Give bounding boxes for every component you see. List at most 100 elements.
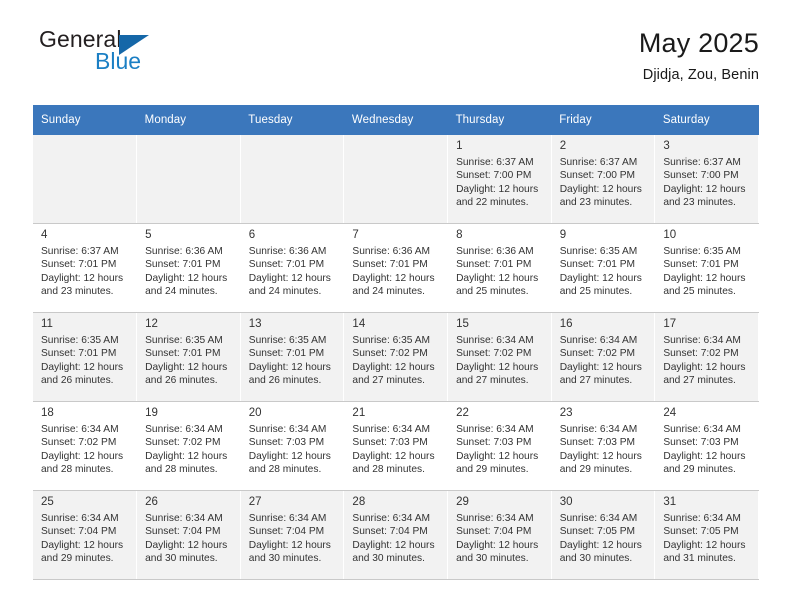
day-details: Sunrise: 6:36 AM Sunset: 7:01 PM Dayligh… [145, 246, 228, 298]
day-number: 14 [352, 318, 366, 330]
day-cell-empty [136, 135, 241, 224]
day-cell[interactable]: 21 Sunrise: 6:34 AM Sunset: 7:03 PM Dayl… [343, 401, 449, 491]
day-cell[interactable]: 9 Sunrise: 6:35 AM Sunset: 7:01 PM Dayli… [551, 223, 656, 313]
day-cell[interactable]: 15 Sunrise: 6:34 AM Sunset: 7:02 PM Dayl… [447, 312, 552, 402]
day-cell[interactable]: 12 Sunrise: 6:35 AM Sunset: 7:01 PM Dayl… [136, 312, 241, 402]
day-number: 22 [456, 407, 469, 419]
calendar-grid: Sunday Monday Tuesday Wednesday Thursday… [33, 105, 759, 580]
calendar-body: 1 Sunrise: 6:37 AM Sunset: 7:00 PM Dayli… [33, 135, 759, 580]
day-details: Sunrise: 6:35 AM Sunset: 7:01 PM Dayligh… [248, 335, 331, 387]
day-cell[interactable]: 2 Sunrise: 6:37 AM Sunset: 7:00 PM Dayli… [551, 135, 656, 224]
weekday-header-sunday: Sunday [33, 105, 137, 135]
weekday-header-tuesday: Tuesday [240, 105, 344, 135]
day-cell[interactable]: 16 Sunrise: 6:34 AM Sunset: 7:02 PM Dayl… [551, 312, 656, 402]
weekday-header-friday: Friday [551, 105, 655, 135]
day-cell[interactable]: 7 Sunrise: 6:36 AM Sunset: 7:01 PM Dayli… [343, 223, 449, 313]
day-cell[interactable]: 10 Sunrise: 6:35 AM Sunset: 7:01 PM Dayl… [654, 223, 759, 313]
calendar-page: General Blue May 2025 Djidja, Zou, Benin… [0, 0, 792, 612]
day-number: 7 [352, 229, 359, 241]
day-cell[interactable]: 31 Sunrise: 6:34 AM Sunset: 7:05 PM Dayl… [654, 490, 759, 580]
title-block: May 2025 Djidja, Zou, Benin [639, 26, 759, 83]
day-number: 27 [248, 496, 262, 508]
day-cell[interactable]: 8 Sunrise: 6:36 AM Sunset: 7:01 PM Dayli… [447, 223, 552, 313]
page-title: May 2025 [638, 28, 759, 58]
day-details: Sunrise: 6:35 AM Sunset: 7:01 PM Dayligh… [559, 246, 642, 298]
day-details: Sunrise: 6:34 AM Sunset: 7:02 PM Dayligh… [559, 335, 642, 387]
day-details: Sunrise: 6:37 AM Sunset: 7:00 PM Dayligh… [663, 157, 746, 209]
day-number: 29 [456, 496, 469, 508]
general-blue-logo[interactable]: General Blue [33, 26, 173, 86]
day-number: 18 [41, 407, 54, 419]
day-cell[interactable]: 14 Sunrise: 6:35 AM Sunset: 7:02 PM Dayl… [343, 312, 449, 402]
day-cell[interactable]: 4 Sunrise: 6:37 AM Sunset: 7:01 PM Dayli… [33, 223, 138, 313]
week-row: 1 Sunrise: 6:37 AM Sunset: 7:00 PM Dayli… [33, 135, 759, 224]
day-details: Sunrise: 6:34 AM Sunset: 7:02 PM Dayligh… [663, 335, 746, 387]
day-details: Sunrise: 6:34 AM Sunset: 7:04 PM Dayligh… [456, 513, 539, 565]
day-cell[interactable]: 24 Sunrise: 6:34 AM Sunset: 7:03 PM Dayl… [654, 401, 759, 491]
page-subtitle: Djidja, Zou, Benin [642, 67, 759, 84]
day-details: Sunrise: 6:35 AM Sunset: 7:02 PM Dayligh… [352, 335, 435, 387]
day-cell[interactable]: 22 Sunrise: 6:34 AM Sunset: 7:03 PM Dayl… [447, 401, 552, 491]
weekday-header-saturday: Saturday [654, 105, 759, 135]
day-number: 30 [559, 496, 573, 508]
day-number: 17 [663, 318, 677, 330]
day-details: Sunrise: 6:34 AM Sunset: 7:03 PM Dayligh… [352, 424, 435, 476]
day-cell[interactable]: 29 Sunrise: 6:34 AM Sunset: 7:04 PM Dayl… [447, 490, 552, 580]
logo-text-blue: Blue [95, 48, 142, 74]
day-details: Sunrise: 6:34 AM Sunset: 7:04 PM Dayligh… [248, 513, 331, 565]
day-number: 28 [352, 496, 366, 508]
day-number: 1 [456, 140, 463, 152]
weekday-header-monday: Monday [136, 105, 241, 135]
day-number: 20 [248, 407, 262, 419]
week-row: 18 Sunrise: 6:34 AM Sunset: 7:02 PM Dayl… [33, 401, 759, 491]
day-details: Sunrise: 6:34 AM Sunset: 7:05 PM Dayligh… [559, 513, 642, 565]
day-cell[interactable]: 17 Sunrise: 6:34 AM Sunset: 7:02 PM Dayl… [654, 312, 759, 402]
day-number: 24 [663, 407, 677, 419]
day-details: Sunrise: 6:34 AM Sunset: 7:04 PM Dayligh… [41, 513, 124, 565]
day-cell[interactable]: 20 Sunrise: 6:34 AM Sunset: 7:03 PM Dayl… [240, 401, 345, 491]
day-number: 11 [41, 318, 53, 330]
day-cell[interactable]: 19 Sunrise: 6:34 AM Sunset: 7:02 PM Dayl… [136, 401, 241, 491]
day-cell[interactable]: 18 Sunrise: 6:34 AM Sunset: 7:02 PM Dayl… [33, 401, 138, 491]
day-cell[interactable]: 11 Sunrise: 6:35 AM Sunset: 7:01 PM Dayl… [33, 312, 138, 402]
day-cell[interactable]: 26 Sunrise: 6:34 AM Sunset: 7:04 PM Dayl… [136, 490, 241, 580]
day-number: 15 [456, 318, 469, 330]
day-details: Sunrise: 6:37 AM Sunset: 7:00 PM Dayligh… [559, 157, 642, 209]
week-row: 4 Sunrise: 6:37 AM Sunset: 7:01 PM Dayli… [33, 223, 759, 313]
day-details: Sunrise: 6:35 AM Sunset: 7:01 PM Dayligh… [663, 246, 746, 298]
day-cell[interactable]: 6 Sunrise: 6:36 AM Sunset: 7:01 PM Dayli… [240, 223, 345, 313]
day-cell[interactable]: 5 Sunrise: 6:36 AM Sunset: 7:01 PM Dayli… [136, 223, 241, 313]
day-details: Sunrise: 6:35 AM Sunset: 7:01 PM Dayligh… [145, 335, 228, 387]
day-number: 16 [559, 318, 573, 330]
page-header: General Blue May 2025 Djidja, Zou, Benin [0, 26, 792, 98]
day-details: Sunrise: 6:36 AM Sunset: 7:01 PM Dayligh… [248, 246, 331, 298]
day-details: Sunrise: 6:34 AM Sunset: 7:03 PM Dayligh… [248, 424, 331, 476]
day-cell[interactable]: 1 Sunrise: 6:37 AM Sunset: 7:00 PM Dayli… [447, 135, 552, 224]
weekday-header-row: Sunday Monday Tuesday Wednesday Thursday… [33, 105, 759, 135]
day-details: Sunrise: 6:34 AM Sunset: 7:02 PM Dayligh… [145, 424, 228, 476]
day-cell[interactable]: 13 Sunrise: 6:35 AM Sunset: 7:01 PM Dayl… [240, 312, 345, 402]
week-row: 25 Sunrise: 6:34 AM Sunset: 7:04 PM Dayl… [33, 490, 759, 580]
day-details: Sunrise: 6:37 AM Sunset: 7:00 PM Dayligh… [456, 157, 539, 209]
day-cell-empty [240, 135, 345, 224]
day-cell[interactable]: 25 Sunrise: 6:34 AM Sunset: 7:04 PM Dayl… [33, 490, 138, 580]
day-cell[interactable]: 3 Sunrise: 6:37 AM Sunset: 7:00 PM Dayli… [654, 135, 759, 224]
day-number: 10 [663, 229, 677, 241]
day-number: 12 [145, 318, 158, 330]
day-number: 31 [663, 496, 677, 508]
weekday-header-wednesday: Wednesday [343, 105, 448, 135]
day-cell[interactable]: 27 Sunrise: 6:34 AM Sunset: 7:04 PM Dayl… [240, 490, 345, 580]
day-number: 5 [145, 229, 152, 241]
day-number: 23 [559, 407, 573, 419]
day-details: Sunrise: 6:34 AM Sunset: 7:02 PM Dayligh… [41, 424, 124, 476]
day-number: 26 [145, 496, 158, 508]
day-number: 9 [559, 229, 567, 241]
day-number: 25 [41, 496, 54, 508]
day-cell[interactable]: 23 Sunrise: 6:34 AM Sunset: 7:03 PM Dayl… [551, 401, 656, 491]
day-details: Sunrise: 6:34 AM Sunset: 7:03 PM Dayligh… [559, 424, 642, 476]
day-cell-empty [33, 135, 138, 224]
day-cell[interactable]: 30 Sunrise: 6:34 AM Sunset: 7:05 PM Dayl… [551, 490, 656, 580]
day-number: 13 [248, 318, 262, 330]
day-cell[interactable]: 28 Sunrise: 6:34 AM Sunset: 7:04 PM Dayl… [343, 490, 449, 580]
day-details: Sunrise: 6:36 AM Sunset: 7:01 PM Dayligh… [456, 246, 539, 298]
